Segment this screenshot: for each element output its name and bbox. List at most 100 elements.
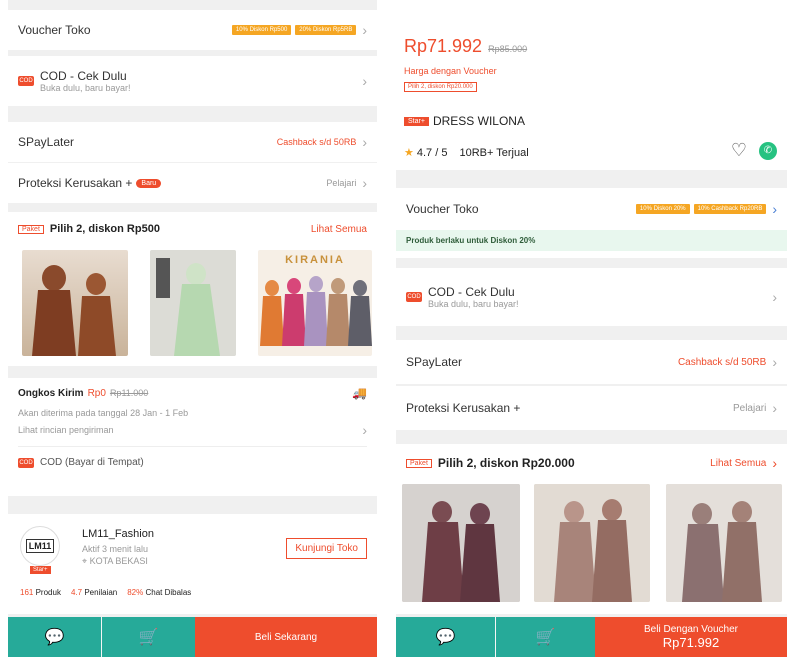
stat-number: 82% xyxy=(127,588,144,597)
stat-label: Chat Dibalas xyxy=(145,588,192,597)
cart-icon: 🛒 xyxy=(138,629,159,646)
chevron-right-icon: › xyxy=(362,134,367,150)
chevron-right-icon: › xyxy=(772,354,777,370)
bundle-product-image[interactable]: KIRANIA xyxy=(258,250,372,356)
new-badge: Baru xyxy=(136,178,162,188)
bundle-product-image[interactable] xyxy=(402,484,520,602)
product-title: DRESS WILONA xyxy=(432,114,525,128)
product-photo xyxy=(402,484,520,602)
cod-row[interactable]: COD COD - Cek Dulu Buka dulu, baru bayar… xyxy=(8,56,377,106)
voucher-green-note: Produk berlaku untuk Diskon 20% xyxy=(396,230,787,251)
voucher-chip[interactable]: 20% Diskon Rp5RB xyxy=(295,25,357,35)
see-all-link[interactable]: Lihat Semua xyxy=(710,458,766,469)
voucher-toko-row[interactable]: Voucher Toko 10% Diskon 20% 10% Cashback… xyxy=(396,188,787,230)
bundle-product-image[interactable] xyxy=(150,250,236,356)
bundle-tag: Paket xyxy=(406,458,432,468)
voucher-toko-section: Voucher Toko 10% Diskon 20% 10% Cashback… xyxy=(396,188,787,258)
product-price: Rp71.992 xyxy=(404,36,483,56)
bundle-section: Paket Pilih 2, diskon Rp500 Lihat Semua xyxy=(8,212,377,366)
heart-icon[interactable]: ♡ xyxy=(731,140,747,161)
voucher-toko-label: Voucher Toko xyxy=(18,23,91,37)
proteksi-learn[interactable]: Pelajari xyxy=(326,178,356,188)
buy-now-button[interactable]: Beli Sekarang xyxy=(195,617,377,657)
spaylater-cashback: Cashback s/d 50RB xyxy=(276,137,357,147)
spaylater-label: SPayLater xyxy=(406,355,463,369)
shop-location: ⌖ KOTA BEKASI xyxy=(82,556,148,567)
proteksi-row[interactable]: Proteksi Kerusakan + Pelajari › xyxy=(396,386,787,430)
brand-text: KIRANIA xyxy=(285,254,345,266)
stat-label: Penilaian xyxy=(84,588,118,597)
spaylater-label: SPayLater xyxy=(18,135,75,149)
proteksi-label: Proteksi Kerusakan + xyxy=(18,176,133,190)
shipping-eta: Akan diterima pada tanggal 28 Jan - 1 Fe… xyxy=(18,408,189,418)
spaylater-row[interactable]: SPayLater Cashback s/d 50RB › xyxy=(396,340,787,384)
proteksi-row[interactable]: Proteksi Kerusakan + Baru Pelajari › xyxy=(8,163,377,203)
shipping-old-price: Rp11.000 xyxy=(109,388,149,398)
stat-number: 4.7 xyxy=(70,588,83,597)
sold-count: 10RB+ Terjual xyxy=(459,146,529,159)
bundle-product-image[interactable] xyxy=(22,250,128,356)
bundle-discount-chip[interactable]: Pilih 2, diskon Rp20.000 xyxy=(404,82,477,92)
shop-avatar[interactable]: LM11 xyxy=(20,526,60,566)
product-photo xyxy=(150,250,236,356)
bundle-product-image[interactable] xyxy=(666,484,782,602)
add-to-cart-button[interactable]: 🛒 xyxy=(102,617,195,657)
cod-row[interactable]: COD COD - Cek Dulu Buka dulu, baru bayar… xyxy=(396,268,787,326)
voucher-toko-row[interactable]: Voucher Toko 10% Diskon Rp500 20% Diskon… xyxy=(8,10,377,50)
shop-stat: 4.7 Penilaian xyxy=(71,588,117,597)
bottom-action-bar: 💬 🛒 Beli Dengan Voucher Rp71.992 xyxy=(396,617,787,657)
shipping-section: Ongkos Kirim Rp0 Rp11.000 🚚 Akan diterim… xyxy=(8,378,377,496)
chevron-right-icon: › xyxy=(772,201,777,217)
shop-stat: 161 Produk xyxy=(20,588,61,597)
spaylater-row[interactable]: SPayLater Cashback s/d 50RB › xyxy=(8,122,377,162)
product-photo xyxy=(534,484,650,602)
buy-with-voucher-button[interactable]: Beli Dengan Voucher Rp71.992 xyxy=(595,617,787,657)
buy-now-label: Beli Sekarang xyxy=(254,631,318,643)
product-photo xyxy=(260,276,372,346)
cod-subtitle: Buka dulu, baru bayar! xyxy=(40,83,131,93)
voucher-toko-label: Voucher Toko xyxy=(406,202,479,216)
voucher-chip[interactable]: 10% Diskon 20% xyxy=(635,204,690,214)
whatsapp-share-icon[interactable]: ✆ xyxy=(759,142,777,160)
voucher-price-note: Harga dengan Voucher xyxy=(404,66,497,76)
chat-icon: 💬 xyxy=(44,629,65,646)
voucher-chip[interactable]: 10% Diskon Rp500 xyxy=(231,25,292,35)
shipping-detail: Lihat rincian pengiriman xyxy=(18,425,114,435)
bundle-product-image[interactable] xyxy=(534,484,650,602)
see-all-link[interactable]: Lihat Semua xyxy=(311,224,367,235)
add-to-cart-button[interactable]: 🛒 xyxy=(496,617,595,657)
stat-label: Produk xyxy=(35,588,61,597)
chevron-right-icon: › xyxy=(362,422,367,438)
chat-button[interactable]: 💬 xyxy=(396,617,495,657)
chevron-right-icon: › xyxy=(362,175,367,191)
product-header: Rp71.992 Rp85.000 Harga dengan Voucher P… xyxy=(396,0,787,170)
location-pin-icon: ⌖ xyxy=(82,556,90,566)
star-plus-badge: Star+ xyxy=(404,116,429,126)
cod-title: COD - Cek Dulu xyxy=(40,69,127,83)
cod-title: COD - Cek Dulu xyxy=(428,285,515,299)
proteksi-learn[interactable]: Pelajari xyxy=(733,403,766,414)
cod-icon: COD xyxy=(18,457,34,468)
cart-icon: 🛒 xyxy=(535,629,556,646)
shipping-detail-row[interactable]: Lihat rincian pengiriman › xyxy=(8,418,377,442)
product-photo xyxy=(666,484,782,602)
right-screen: Rp71.992 Rp85.000 Harga dengan Voucher P… xyxy=(396,0,787,657)
voucher-chip[interactable]: 10% Cashback Rp20RB xyxy=(693,204,767,214)
proteksi-label: Proteksi Kerusakan + xyxy=(406,401,521,415)
star-icon: ★ xyxy=(404,147,414,159)
cod-icon: COD xyxy=(406,292,422,302)
cod-icon: COD xyxy=(18,76,34,86)
cod-payment-label: COD (Bayar di Tempat) xyxy=(40,457,144,468)
chat-button[interactable]: 💬 xyxy=(8,617,101,657)
bottom-action-bar: 💬 🛒 Beli Sekarang xyxy=(8,617,377,657)
shop-section: LM11 Star+ LM11_Fashion Aktif 3 menit la… xyxy=(8,514,377,614)
chevron-right-icon: › xyxy=(772,289,777,305)
chevron-right-icon: › xyxy=(772,455,777,471)
cod-payment-row: COD COD (Bayar di Tempat) xyxy=(18,446,367,468)
product-old-price: Rp85.000 xyxy=(488,44,528,54)
shop-logo: LM11 xyxy=(25,539,55,553)
bundle-title: Pilih 2, diskon Rp500 xyxy=(49,223,160,235)
visit-shop-button[interactable]: Kunjungi Toko xyxy=(286,538,367,559)
product-rating: 4.7 / 5 xyxy=(416,146,448,159)
shipping-price: Rp0 xyxy=(87,387,106,399)
